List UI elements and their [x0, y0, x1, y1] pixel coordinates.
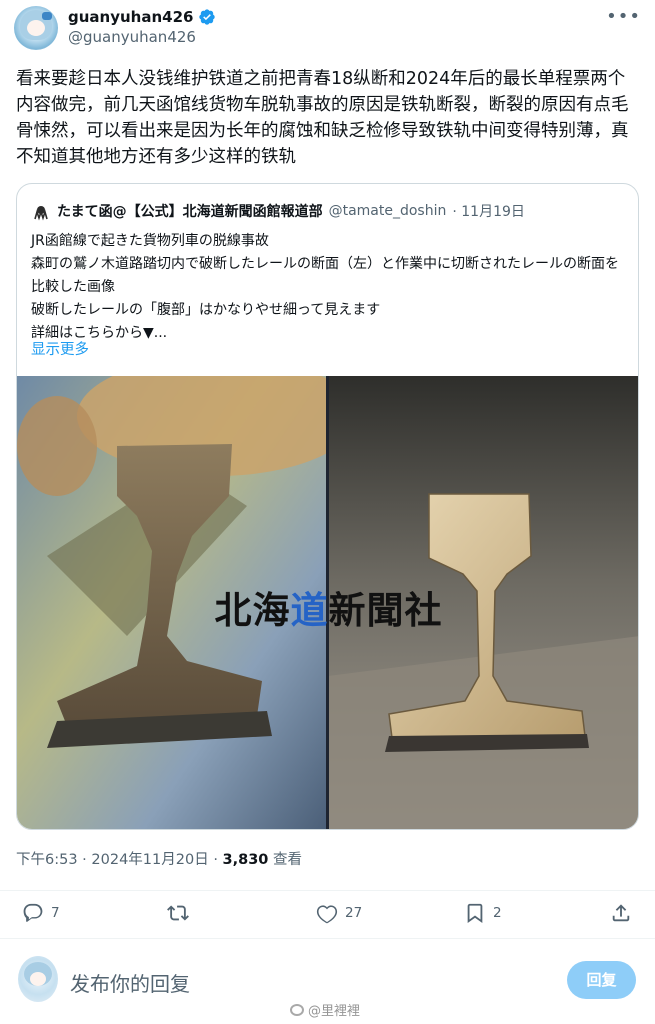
retweet-icon — [167, 905, 189, 921]
more-options-icon[interactable]: ••• — [606, 6, 641, 27]
watermark-part: 新聞社 — [328, 589, 443, 632]
verified-badge-icon — [199, 9, 216, 25]
views-label: 查看 — [273, 852, 303, 868]
reply-icon — [23, 903, 43, 922]
author-display-name[interactable]: guanyuhan426 — [68, 8, 193, 26]
retweet-action[interactable] — [167, 902, 196, 924]
author-name-row: guanyuhan426 — [68, 8, 216, 26]
repost-watermark: @里裡裡 — [290, 1000, 360, 1019]
author-avatar[interactable] — [14, 6, 58, 50]
quoted-author-name[interactable]: たまて函@【公式】北海道新聞函館報道部 — [57, 201, 323, 221]
share-icon — [612, 904, 630, 922]
watermark-part: 北海 — [214, 589, 291, 632]
reply-button[interactable]: 回复 — [567, 961, 636, 999]
quoted-tweet-text: JR函館線で起きた貨物列車の脱線事故 森町の鷲ノ木道路踏切内で破断したレールの断… — [31, 230, 631, 345]
tweet-text: 看来要趁日本人没钱维护铁道之前把青春18纵断和2024年后的最长单程票两个内容做… — [16, 69, 629, 167]
quoted-line: 破断したレールの「腹部」はかなりやせ細って見えます — [31, 302, 381, 318]
bookmark-icon — [467, 903, 483, 924]
rail-comparison-photo[interactable]: 北海道新聞社 — [17, 376, 638, 829]
quoted-tweet-card[interactable]: たまて函@【公式】北海道新聞函館報道部 @tamate_doshin · 11月… — [16, 183, 639, 830]
heart-icon — [316, 905, 338, 924]
quoted-line: 森町の鷲ノ木道路踏切内で破断したレールの断面（左）と作業中に切断されたレールの断… — [31, 256, 619, 295]
quoted-author-handle[interactable]: @tamate_doshin — [329, 203, 447, 219]
watermark-part-blue: 道 — [290, 589, 329, 632]
tweet-header: guanyuhan426 @guanyuhan426 ••• — [14, 6, 641, 50]
bookmark-count: 2 — [493, 905, 502, 921]
current-user-avatar[interactable] — [18, 956, 58, 1002]
newspaper-watermark: 北海道新聞社 — [17, 580, 638, 634]
weibo-logo-icon — [290, 1003, 304, 1016]
quoted-line: JR函館線で起きた貨物列車の脱線事故 — [31, 233, 269, 249]
tweet-time[interactable]: 下午6:53 — [16, 852, 78, 868]
actions-divider-top — [0, 890, 655, 891]
like-count: 27 — [345, 905, 363, 921]
view-count: 3,830 — [222, 852, 269, 868]
quoted-tweet-header: たまて函@【公式】北海道新聞函館報道部 @tamate_doshin · 11月… — [31, 201, 525, 221]
bookmark-action[interactable]: 2 — [464, 902, 502, 924]
quoted-author-avatar-icon[interactable] — [31, 201, 51, 221]
separator: · — [82, 852, 92, 868]
tweet-meta: 下午6:53 · 2024年11月20日 · 3,830 查看 — [16, 848, 302, 869]
quoted-tweet-date: · 11月19日 — [452, 204, 525, 220]
separator: · — [213, 852, 223, 868]
actions-divider-bottom — [0, 938, 655, 939]
reply-input[interactable]: 发布你的回复 — [70, 968, 190, 997]
author-handle[interactable]: @guanyuhan426 — [68, 28, 196, 46]
show-more-link[interactable]: 显示更多 — [31, 338, 89, 359]
share-action[interactable] — [610, 902, 632, 924]
quoted-line: 詳細はこちらから▼... — [31, 325, 168, 341]
reply-count: 7 — [51, 905, 60, 921]
like-action[interactable]: 27 — [316, 902, 362, 924]
tweet-date[interactable]: 2024年11月20日 — [91, 852, 208, 868]
watermark-credit: @里裡裡 — [308, 1004, 361, 1019]
reply-action[interactable]: 7 — [22, 902, 60, 924]
